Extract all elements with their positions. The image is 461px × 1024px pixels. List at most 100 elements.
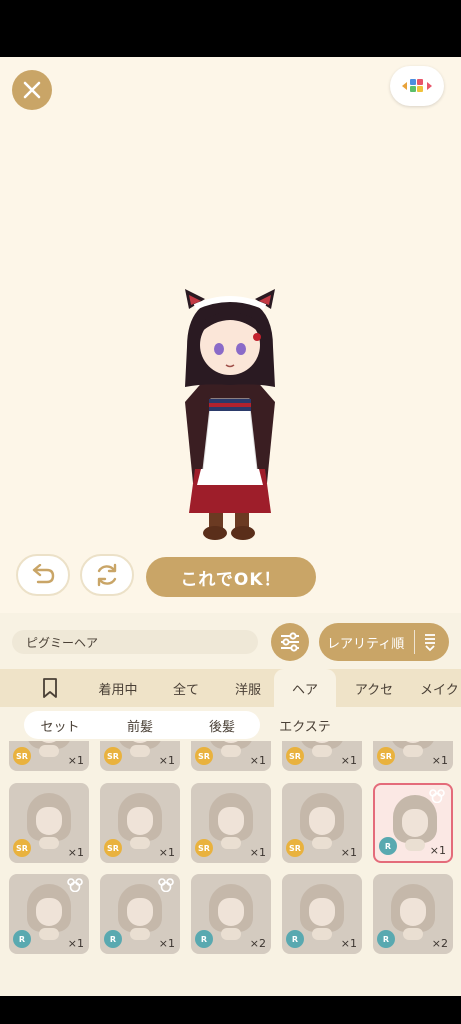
tab-all[interactable]: 全て xyxy=(160,669,212,707)
confirm-ok-button[interactable]: これでOK！ xyxy=(146,557,316,597)
rarity-badge: R xyxy=(104,930,122,948)
hair-item-card[interactable]: SR ×1 xyxy=(373,741,453,771)
subtab-set[interactable]: セット xyxy=(28,711,92,739)
subtab-extension[interactable]: エクステ xyxy=(270,711,340,739)
item-count: ×1 xyxy=(340,937,357,950)
mannequin-face xyxy=(400,898,426,926)
sliders-icon xyxy=(281,632,299,652)
mannequin-face xyxy=(309,807,335,835)
mannequin-face xyxy=(309,898,335,926)
close-icon xyxy=(23,81,41,99)
sort-button[interactable]: レアリティ順 xyxy=(319,623,449,661)
mannequin-stand xyxy=(221,837,241,849)
undo-button[interactable] xyxy=(16,554,70,596)
bookmark-icon xyxy=(43,678,57,698)
pet-ears-icon xyxy=(158,878,174,892)
pet-ears-icon xyxy=(429,789,445,803)
tab-makeup[interactable]: メイク xyxy=(420,669,461,707)
rarity-badge: R xyxy=(195,930,213,948)
mannequin-stand xyxy=(130,928,150,940)
rarity-badge: SR xyxy=(195,839,213,857)
item-count: ×2 xyxy=(249,937,266,950)
filter-button[interactable] xyxy=(271,623,309,661)
hair-item-card[interactable]: R ×1 xyxy=(373,783,453,863)
mannequin-stand xyxy=(312,928,332,940)
tab-wearing[interactable]: 着用中 xyxy=(88,669,148,707)
hair-item-card[interactable]: SR ×1 xyxy=(100,741,180,771)
refresh-icon xyxy=(97,563,117,587)
mannequin-stand xyxy=(39,837,59,849)
subtab-bangs[interactable]: 前髪 xyxy=(108,711,172,739)
item-count: ×2 xyxy=(431,937,448,950)
color-blocks-icon xyxy=(402,79,432,92)
mannequin-stand xyxy=(403,745,423,757)
sort-down-icon xyxy=(425,634,435,652)
rarity-badge: SR xyxy=(286,747,304,765)
item-count: ×1 xyxy=(340,754,357,767)
mannequin-face xyxy=(402,809,428,837)
hair-item-card[interactable]: SR ×1 xyxy=(282,741,362,771)
item-count: ×1 xyxy=(67,754,84,767)
tab-accessory[interactable]: アクセ xyxy=(344,669,404,707)
rarity-badge: SR xyxy=(13,747,31,765)
category-tabs: 着用中 全て 洋服 ヘア アクセ メイク xyxy=(0,669,461,707)
item-count: ×1 xyxy=(158,846,175,859)
hair-item-card[interactable]: SR ×1 xyxy=(9,783,89,863)
rarity-badge: R xyxy=(13,930,31,948)
avatar-character[interactable] xyxy=(175,287,285,547)
mannequin-stand xyxy=(403,928,423,940)
mannequin-face xyxy=(127,807,153,835)
hair-item-card[interactable]: R ×1 xyxy=(282,874,362,954)
reset-button[interactable] xyxy=(80,554,134,596)
tab-clothes[interactable]: 洋服 xyxy=(222,669,274,707)
hair-item-card[interactable]: SR ×1 xyxy=(100,783,180,863)
item-count: ×1 xyxy=(67,937,84,950)
item-grid: SR ×1 SR ×1 SR ×1 SR ×1 SR ×1 SR ×1 SR ×1 SR ×1 SR ×1 R ×1 R… xyxy=(0,741,461,996)
hair-item-card[interactable]: R ×1 xyxy=(9,874,89,954)
layout-toggle-button[interactable] xyxy=(390,66,444,106)
rarity-badge: SR xyxy=(195,747,213,765)
rarity-badge: R xyxy=(379,837,397,855)
item-count: ×1 xyxy=(429,844,446,857)
mannequin-face xyxy=(36,898,62,926)
subtab-back-hair[interactable]: 後髪 xyxy=(190,711,254,739)
mannequin-face xyxy=(218,898,244,926)
hair-item-card[interactable]: SR ×1 xyxy=(9,741,89,771)
mannequin-stand xyxy=(312,837,332,849)
navigation-bar xyxy=(0,996,461,1024)
mannequin-stand xyxy=(39,745,59,757)
tab-hair[interactable]: ヘア xyxy=(274,669,336,707)
undo-icon xyxy=(32,564,55,584)
hair-item-card[interactable]: SR ×1 xyxy=(282,783,362,863)
hair-item-card[interactable]: R ×2 xyxy=(191,874,271,954)
search-field[interactable]: ピグミーヘア xyxy=(12,630,258,654)
rarity-badge: R xyxy=(286,930,304,948)
tab-bookmark[interactable] xyxy=(30,669,70,707)
rarity-badge: SR xyxy=(104,747,122,765)
item-panel: ピグミーヘア レアリティ順 着用中 全て 洋服 ヘア アクセ メイク セット 前… xyxy=(0,613,461,996)
rarity-badge: SR xyxy=(286,839,304,857)
item-count: ×1 xyxy=(158,754,175,767)
subcategory-tabs: セット 前髪 後髪 エクステ xyxy=(0,707,461,741)
close-button[interactable] xyxy=(12,70,52,110)
hair-item-card[interactable]: SR ×1 xyxy=(191,783,271,863)
mannequin-stand xyxy=(221,745,241,757)
status-bar xyxy=(0,0,461,57)
sort-label: レアリティ順 xyxy=(327,636,405,652)
item-count: ×1 xyxy=(249,846,266,859)
hair-item-card[interactable]: R ×1 xyxy=(100,874,180,954)
rarity-badge: SR xyxy=(104,839,122,857)
avatar-stage: これでOK！ xyxy=(0,57,461,613)
item-count: ×1 xyxy=(431,754,448,767)
hair-item-card[interactable]: SR ×1 xyxy=(191,741,271,771)
mannequin-stand xyxy=(221,928,241,940)
rarity-badge: R xyxy=(377,930,395,948)
hair-item-card[interactable]: R ×2 xyxy=(373,874,453,954)
item-count: ×1 xyxy=(340,846,357,859)
mannequin-stand xyxy=(405,839,425,851)
mannequin-stand xyxy=(312,745,332,757)
rarity-badge: SR xyxy=(13,839,31,857)
item-count: ×1 xyxy=(67,846,84,859)
mannequin-face xyxy=(218,807,244,835)
sort-divider xyxy=(414,630,415,654)
